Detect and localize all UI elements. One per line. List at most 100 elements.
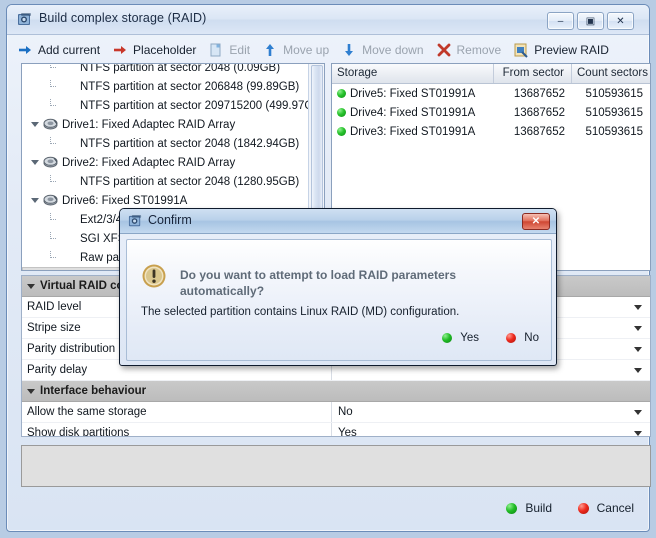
dialog-body: Do you want to attempt to load RAID para…	[126, 239, 552, 361]
green-dot-icon	[60, 64, 77, 76]
toolbar-remove-label: Remove	[456, 43, 502, 57]
green-dot-icon	[60, 211, 77, 228]
cell-storage-label: Drive5: Fixed ST01991A	[350, 87, 476, 100]
toolbar-edit[interactable]: Edit	[206, 39, 256, 61]
chevron-down-icon[interactable]	[632, 423, 644, 436]
cell-from-sector: 13687652	[513, 87, 565, 100]
dialog-yes-label: Yes	[460, 332, 479, 344]
toolbar-placeholder-label: Placeholder	[133, 43, 197, 57]
tree-item[interactable]: NTFS partition at sector 2048 (0.09GB)	[22, 63, 310, 77]
toolbar-move-up[interactable]: Move up	[260, 39, 335, 61]
window-title: Build complex storage (RAID)	[39, 11, 207, 25]
column-header-from-sector[interactable]: From sector	[494, 64, 572, 83]
property-value[interactable]: No	[332, 402, 650, 422]
toolbar-preview-raid-label: Preview RAID	[534, 43, 609, 57]
tree-branch-icon	[46, 96, 60, 115]
tree-branch-icon	[46, 77, 60, 96]
arrow-right-red-icon	[112, 42, 128, 58]
disk-icon	[42, 192, 59, 209]
close-button[interactable]: ✕	[607, 12, 634, 30]
expander-triangle-icon[interactable]	[28, 115, 42, 134]
maximize-button[interactable]: ▣	[577, 12, 604, 30]
chevron-down-icon[interactable]	[632, 297, 644, 317]
tree-item-label: NTFS partition at sector 2048 (1280.95GB…	[80, 175, 300, 188]
tree-item-label: Drive2: Fixed Adaptec RAID Array	[62, 156, 236, 169]
dialog-no-button[interactable]: No	[506, 332, 539, 344]
main-window: Build complex storage (RAID) – ▣ ✕ Add c…	[6, 4, 651, 532]
column-header-count-sectors[interactable]: Count sectors	[572, 64, 650, 83]
chevron-down-icon[interactable]	[632, 339, 644, 359]
tree-item-label: Drive1: Fixed Adaptec RAID Array	[62, 118, 236, 131]
tree-branch-icon	[46, 248, 60, 267]
close-icon: ✕	[616, 15, 625, 27]
tree-item[interactable]: NTFS partition at sector 209715200 (499.…	[22, 96, 324, 115]
table-row[interactable]: Drive5: Fixed ST01991A 13687652 510593615	[332, 84, 650, 103]
cancel-button[interactable]: Cancel	[577, 501, 634, 515]
section-collapse-icon[interactable]	[22, 276, 40, 296]
cell-count-sectors: 510593615	[585, 87, 643, 100]
tree-item-label: NTFS partition at sector 2048 (0.09GB)	[80, 63, 281, 74]
green-dot-icon	[60, 230, 77, 247]
tree-item-label: NTFS partition at sector 206848 (99.89GB…	[80, 80, 300, 93]
toolbar-add-current[interactable]: Add current	[15, 39, 106, 61]
arrow-up-blue-icon	[262, 42, 278, 58]
description-pane	[21, 445, 651, 487]
toolbar-add-current-label: Add current	[38, 43, 101, 57]
chevron-down-icon[interactable]	[632, 318, 644, 338]
tree-item[interactable]: NTFS partition at sector 2048 (1280.95GB…	[22, 172, 310, 191]
expander-triangle-icon[interactable]	[28, 191, 42, 210]
cell-storage: Drive5: Fixed ST01991A	[332, 88, 494, 100]
property-name: Show disk partitions	[22, 423, 332, 436]
property-row[interactable]: Allow the same storage No	[22, 402, 650, 423]
property-section-header[interactable]: Interface behaviour	[22, 381, 650, 402]
dialog-detail: The selected partition contains Linux RA…	[141, 306, 460, 318]
build-button-label: Build	[525, 501, 552, 515]
minimize-icon: –	[557, 15, 564, 27]
toolbar-move-down[interactable]: Move down	[339, 39, 429, 61]
property-row[interactable]: Show disk partitions Yes	[22, 423, 650, 436]
build-button[interactable]: Build	[506, 501, 552, 515]
tree-item[interactable]: Drive2: Fixed Adaptec RAID Array	[22, 153, 310, 172]
section-collapse-icon[interactable]	[22, 381, 40, 401]
chevron-down-icon[interactable]	[632, 402, 644, 422]
dialog-question: Do you want to attempt to load RAID para…	[180, 268, 457, 298]
cell-storage-label: Drive4: Fixed ST01991A	[350, 106, 476, 119]
cell-from-sector: 13687652	[513, 106, 565, 119]
dialog-title: Confirm	[148, 213, 192, 227]
tree-branch-icon	[46, 134, 60, 153]
confirm-dialog: Confirm ✕ Do you want to attempt to load…	[119, 208, 557, 366]
table-row[interactable]: Drive3: Fixed ST01991A 13687652 510593615	[332, 122, 650, 141]
dialog-no-label: No	[524, 332, 539, 344]
window-titlebar: Build complex storage (RAID) – ▣ ✕	[7, 5, 649, 35]
tree-item[interactable]: NTFS partition at sector 206848 (99.89GB…	[22, 77, 310, 96]
expander-triangle-icon[interactable]	[28, 153, 42, 172]
dialog-yes-button[interactable]: Yes	[442, 332, 479, 344]
column-header-storage[interactable]: Storage	[332, 64, 494, 83]
cell-storage: Drive3: Fixed ST01991A	[332, 126, 494, 138]
minimize-button[interactable]: –	[547, 12, 574, 30]
tree-item[interactable]: NTFS partition at sector 2048 (1842.94GB…	[22, 134, 310, 153]
toolbar-placeholder[interactable]: Placeholder	[110, 39, 202, 61]
gray-dot-icon	[60, 249, 77, 266]
tree-item-label: Ext2/3/4	[80, 213, 123, 226]
toolbar-remove[interactable]: Remove	[434, 39, 508, 61]
green-dot-icon	[60, 78, 77, 95]
tree-item-label: Drive6: Fixed ST01991A	[62, 194, 188, 207]
disk-icon	[42, 154, 59, 171]
tree-item-label: Raw par	[80, 251, 123, 264]
table-row[interactable]: Drive4: Fixed ST01991A 13687652 510593615	[332, 103, 650, 122]
cell-count-sectors: 510593615	[585, 106, 643, 119]
app-icon	[18, 13, 31, 25]
toolbar-preview-raid[interactable]: Preview RAID	[511, 39, 615, 61]
chevron-down-icon[interactable]	[632, 360, 644, 380]
dialog-close-button[interactable]: ✕	[522, 213, 550, 230]
tree-item[interactable]: Drive1: Fixed Adaptec RAID Array	[22, 115, 310, 134]
property-name: Allow the same storage	[22, 402, 332, 422]
arrow-right-blue-icon	[17, 42, 33, 58]
tree-branch-icon	[46, 64, 60, 77]
property-value[interactable]: Yes	[332, 423, 650, 436]
property-section-title: Interface behaviour	[40, 385, 147, 397]
toolbar-edit-label: Edit	[229, 43, 251, 57]
green-dot-icon	[60, 97, 77, 114]
red-dot-icon	[577, 502, 589, 514]
